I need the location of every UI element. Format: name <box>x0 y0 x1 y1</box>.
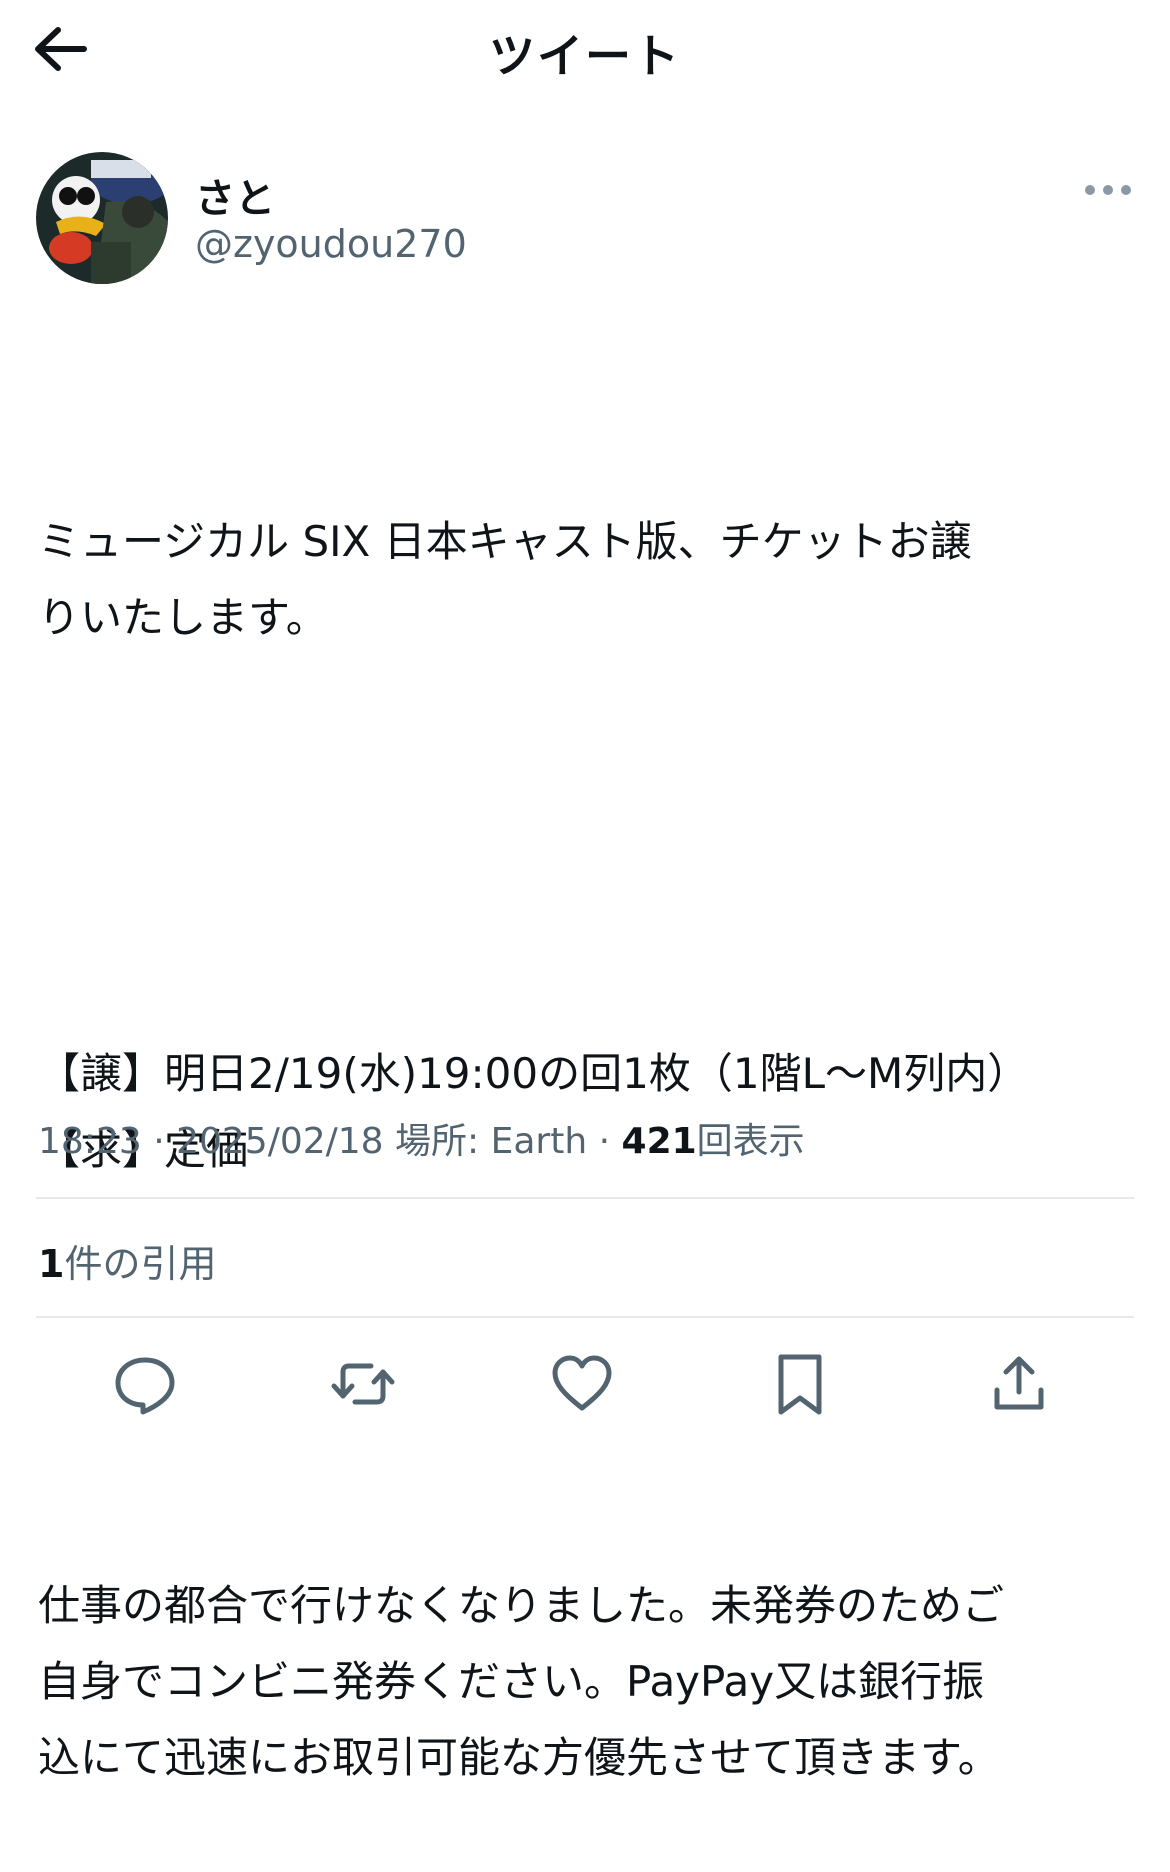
like-button[interactable] <box>550 1352 614 1416</box>
meta-separator: · <box>141 1121 177 1162</box>
views-label: 回表示 <box>696 1121 805 1162</box>
meta-separator: · <box>587 1121 622 1162</box>
avatar-image <box>36 152 168 284</box>
bookmark-button[interactable] <box>768 1352 832 1416</box>
tweet-location: 場所: Earth <box>395 1121 588 1162</box>
quotes-count: 1 <box>38 1242 65 1286</box>
reply-button[interactable] <box>113 1352 177 1416</box>
tweet-time[interactable]: 18:23 <box>38 1121 142 1162</box>
tweet-paragraph: 仕事の都合で行けなくなりました。未発券のためご 自身でコンビニ発券ください。Pa… <box>38 1581 1005 1782</box>
avatar[interactable] <box>36 152 168 284</box>
more-options-button[interactable] <box>1082 172 1134 208</box>
tweet-paragraph: ミュージカル SIX 日本キャスト版、チケットお譲 りいたします。 <box>38 517 972 642</box>
quotes-link[interactable]: 1件の引用 <box>38 1233 216 1288</box>
quotes-label: 件の引用 <box>64 1242 217 1286</box>
author-handle[interactable]: @zyoudou270 <box>195 222 467 266</box>
divider <box>36 1316 1134 1318</box>
retweet-icon <box>331 1363 395 1405</box>
like-icon <box>552 1355 612 1411</box>
header-bar: ツイート <box>0 0 1170 100</box>
views-count: 421 <box>621 1121 697 1162</box>
retweet-button[interactable] <box>331 1352 395 1416</box>
page-title: ツイート <box>489 29 681 83</box>
share-icon <box>994 1356 1044 1410</box>
tweet-date[interactable]: 2025/02/18 <box>176 1121 384 1162</box>
reply-icon <box>115 1357 175 1415</box>
more-horizontal-icon <box>1085 185 1131 195</box>
divider <box>36 1197 1134 1199</box>
bookmark-icon <box>778 1354 822 1415</box>
tweet-meta: 18:23 · 2025/02/18 場所: Earth · 421回表示 <box>38 1112 805 1164</box>
author-name[interactable]: さと <box>195 166 275 224</box>
share-button[interactable] <box>987 1352 1051 1416</box>
